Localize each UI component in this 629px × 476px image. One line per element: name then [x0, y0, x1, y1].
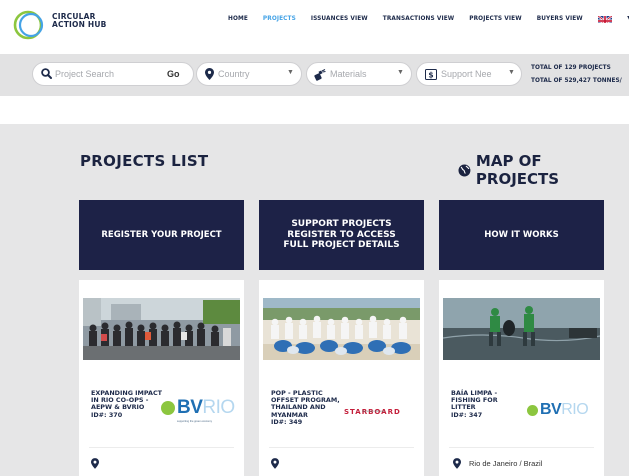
support-projects-button[interactable]: SUPPORT PROJECTS REGISTER TO ACCESS FULL… — [259, 200, 424, 270]
project-title-text: POP - PLASTIC OFFSET PROGRAM, THAILAND A… — [271, 389, 340, 419]
bvrio-dot-icon — [527, 405, 538, 416]
map-pin-icon — [205, 68, 214, 80]
nav-home[interactable]: HOME — [228, 16, 248, 22]
project-search-input[interactable]: Project Search Go — [32, 62, 194, 86]
how-it-works-label: HOW IT WORKS — [484, 229, 559, 240]
project-photo — [443, 298, 600, 360]
country-placeholder: Country — [218, 69, 250, 79]
register-project-button[interactable]: REGISTER YOUR PROJECT — [79, 200, 244, 270]
chevron-down-icon: ▼ — [508, 69, 515, 76]
top-navigation: CIRCULAR ACTION HUB HOME PROJECTS ISSUAN… — [0, 0, 629, 50]
card-divider — [449, 447, 594, 448]
card-divider — [269, 447, 414, 448]
totals-summary: TOTAL OF 129 PROJECTS TOTAL OF 529,427 T… — [531, 62, 622, 88]
logo-text: CIRCULAR ACTION HUB — [52, 13, 107, 29]
nav-issuances-view[interactable]: ISSUANCES VIEW — [311, 16, 368, 22]
project-location — [271, 458, 287, 469]
chevron-down-icon: ▼ — [287, 69, 294, 76]
total-projects: TOTAL OF 129 PROJECTS — [531, 65, 611, 71]
nav-buyers-view[interactable]: BUYERS VIEW — [537, 16, 583, 22]
bvrio-logo: BVRIO — [161, 397, 235, 419]
location-text: Rio de Janeiro / Brazil — [469, 459, 543, 468]
globe-icon — [458, 164, 471, 176]
logo-line-2: ACTION HUB — [52, 20, 107, 29]
search-placeholder: Project Search — [55, 69, 115, 79]
go-button[interactable]: Go — [167, 69, 180, 79]
starboard-tagline: innovation with soul — [362, 410, 385, 413]
logo-rings-icon — [13, 10, 44, 40]
project-photo — [263, 298, 420, 360]
map-of-projects-label: MAP OF PROJECTS — [475, 152, 560, 188]
nav-links: HOME PROJECTS ISSUANCES VIEW TRANSACTION… — [228, 14, 629, 23]
map-pin-icon — [271, 458, 279, 469]
project-title-text: BAÍA LIMPA - FISHING FOR LITTER — [451, 389, 498, 412]
support-needs-select[interactable]: $ Support Nee ▼ — [416, 62, 522, 86]
card-divider — [89, 447, 234, 448]
support-placeholder: Support Nee — [441, 69, 492, 79]
project-title-text: EXPANDING IMPACT IN RIO CO-OPS - AEPW & … — [91, 389, 163, 412]
project-card-370[interactable]: EXPANDING IMPACT IN RIO CO-OPS - AEPW & … — [79, 280, 244, 476]
nav-transactions-view[interactable]: TRANSACTIONS VIEW — [383, 16, 454, 22]
project-id: ID#: 370 — [91, 410, 123, 419]
filter-bar: Project Search Go Country ▼ Materials ▼ … — [0, 54, 629, 96]
projects-section: PROJECTS LIST MAP OF PROJECTS REGISTER Y… — [0, 124, 629, 476]
project-card-349[interactable]: POP - PLASTIC OFFSET PROGRAM, THAILAND A… — [259, 280, 424, 476]
nav-projects[interactable]: PROJECTS — [263, 16, 296, 22]
bvrio-dot-icon — [161, 401, 175, 415]
project-id: ID#: 347 — [451, 410, 483, 419]
country-select[interactable]: Country ▼ — [196, 62, 302, 86]
search-icon — [41, 68, 52, 79]
bvrio-tagline: supporting the green economy — [177, 420, 213, 423]
uk-flag-icon[interactable] — [597, 13, 612, 23]
map-pin-icon — [91, 458, 99, 469]
materials-select[interactable]: Materials ▼ — [306, 62, 412, 86]
project-location: Rio de Janeiro / Brazil — [453, 458, 542, 469]
project-card-347[interactable]: BAÍA LIMPA - FISHING FOR LITTER ID#: 347… — [439, 280, 604, 476]
project-photo — [83, 298, 240, 360]
support-line-1: SUPPORT PROJECTS — [291, 219, 392, 230]
svg-text:$: $ — [428, 70, 433, 79]
bvrio-logo: BVRIO — [527, 401, 589, 419]
starboard-logo: STARBOARD innovation with soul — [344, 401, 401, 419]
money-note-icon: $ — [425, 69, 437, 80]
project-title: BAÍA LIMPA - FISHING FOR LITTER ID#: 347 — [451, 389, 523, 419]
support-line-3: FULL PROJECT DETAILS — [283, 240, 400, 251]
how-it-works-button[interactable]: HOW IT WORKS — [439, 200, 604, 270]
support-line-2: REGISTER TO ACCESS — [287, 229, 396, 240]
project-location — [91, 458, 107, 469]
projects-list-title: PROJECTS LIST — [80, 152, 209, 170]
circular-action-hub-logo[interactable]: CIRCULAR ACTION HUB — [12, 7, 152, 43]
nav-projects-view[interactable]: PROJECTS VIEW — [469, 16, 521, 22]
map-pin-icon — [453, 458, 461, 469]
total-tonnes: TOTAL OF 529,427 TONNES/ — [531, 78, 622, 84]
register-project-label: REGISTER YOUR PROJECT — [101, 229, 222, 240]
project-title: EXPANDING IMPACT IN RIO CO-OPS - AEPW & … — [91, 389, 163, 419]
spray-bottle-icon — [314, 69, 326, 81]
project-id: ID#: 349 — [271, 417, 303, 426]
materials-placeholder: Materials — [330, 69, 367, 79]
project-title: POP - PLASTIC OFFSET PROGRAM, THAILAND A… — [271, 389, 343, 426]
map-of-projects-link[interactable]: MAP OF PROJECTS — [458, 152, 629, 188]
chevron-down-icon: ▼ — [397, 69, 404, 76]
